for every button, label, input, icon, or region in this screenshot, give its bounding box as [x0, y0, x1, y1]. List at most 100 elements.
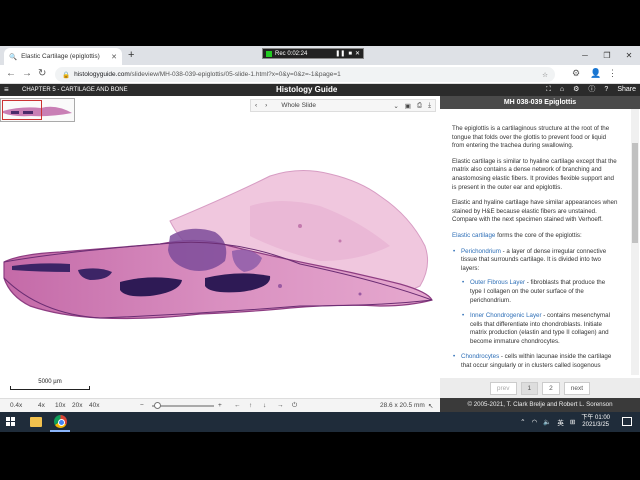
paragraph-epiglottis: The epiglottis is a cartilaginous struct… [452, 125, 610, 150]
zoom-out-icon[interactable]: − [140, 402, 144, 409]
tab-title: Elastic Cartilage (epiglottis) [21, 53, 100, 60]
dropdown-chevron-icon[interactable]: ⌄ [393, 102, 398, 110]
zoom-0.4x-button[interactable]: 0.4x [10, 402, 22, 409]
zoom-slider-knob[interactable] [154, 402, 161, 409]
address-bar-row: ← → ↻ 🔒 histologyguide.com/slideview/MH-… [0, 65, 640, 84]
chondrocytes-link[interactable]: Chondrocytes [461, 353, 499, 360]
inner-chondrogenic-layer-link[interactable]: Inner Chondrogenic Layer [470, 312, 542, 319]
reload-icon[interactable]: ↻ [38, 68, 46, 79]
app-header: ≡ CHAPTER 5 - CARTILAGE AND BONE Histolo… [0, 84, 640, 96]
zoom-slider[interactable] [152, 402, 214, 409]
close-window-icon[interactable]: ✕ [618, 46, 640, 65]
recorder-pause-icon[interactable]: ❚❚ [335, 50, 345, 57]
wifi-icon[interactable]: ◠ [532, 418, 538, 426]
list-item-outer-layer: Outer Fibrous Layer - fibroblasts that p… [461, 279, 618, 305]
chapter-link[interactable]: CHAPTER 5 - CARTILAGE AND BONE [22, 84, 128, 96]
scale-label: 5000 µm [38, 379, 62, 385]
help-icon[interactable]: ? [604, 84, 608, 96]
perichondrium-sublist: Outer Fibrous Layer - fibroblasts that p… [461, 279, 618, 346]
window-controls: ─ ❐ ✕ [574, 46, 640, 65]
browser-tab[interactable]: 🔍 Elastic Cartilage (epiglottis) ✕ [4, 48, 122, 65]
scale-bar: 5000 µm [10, 379, 90, 390]
recorder-stop-icon[interactable]: ■ [348, 51, 352, 57]
scrollbar-thumb[interactable] [632, 143, 638, 243]
viewer-status-bar: 0.4x 4x 10x 20x 40x − + ← ↑ ↓ → ⏻ 28.6 x… [0, 398, 440, 412]
system-tray: ⌃ ◠ 🔈 英 ⊞ 下午 01:00 2021/3/25 [520, 414, 610, 430]
pagination: prev 1 2 next [440, 378, 640, 398]
windows-start-icon[interactable] [6, 417, 16, 427]
prev-slide-icon[interactable]: ‹ [255, 102, 257, 109]
structure-list: Perichondrium - a layer of dense irregul… [452, 248, 618, 371]
volume-icon[interactable]: 🔈 [543, 418, 551, 426]
prev-page-button[interactable]: prev [489, 381, 517, 395]
perichondrium-link[interactable]: Perichondrium [461, 248, 501, 255]
slide-viewer[interactable]: ‹ › Whole Slide ⌄ ▣ ⎙ ⤓ 5000 µm [0, 96, 440, 412]
clock-time: 下午 01:00 [581, 415, 610, 421]
epiglottis-specimen-image [3, 170, 433, 320]
close-tab-icon[interactable]: ✕ [111, 53, 117, 61]
extension-icon[interactable]: ⚙ [572, 68, 580, 79]
info-icon[interactable]: ⓘ [588, 84, 595, 96]
zoom-4x-button[interactable]: 4x [38, 402, 45, 409]
zoom-in-icon[interactable]: + [218, 402, 222, 409]
share-button[interactable]: Share [617, 84, 636, 96]
minimize-icon[interactable]: ─ [574, 46, 596, 65]
next-page-button[interactable]: next [563, 381, 591, 395]
zoom-40x-button[interactable]: 40x [89, 402, 99, 409]
slide-thumbnail-navigator[interactable] [0, 98, 75, 122]
panel-scrollbar[interactable] [631, 109, 639, 375]
hamburger-menu-icon[interactable]: ≡ [4, 84, 9, 96]
pan-down-icon[interactable]: ↓ [263, 402, 266, 409]
bookmark-star-icon[interactable]: ☆ [542, 71, 548, 79]
input-method-icon[interactable]: ⊞ [570, 418, 575, 426]
list-item-inner-layer: Inner Chondrogenic Layer - contains mese… [461, 312, 618, 346]
fullscreen-icon[interactable]: ⛶ [546, 84, 551, 96]
restore-icon[interactable]: ❐ [596, 46, 618, 65]
page-2-button[interactable]: 2 [542, 381, 560, 395]
print-icon[interactable]: ⎙ [417, 102, 422, 110]
download-icon[interactable]: ⤓ [428, 102, 431, 110]
zoom-20x-button[interactable]: 20x [72, 402, 82, 409]
pan-right-icon[interactable]: → [277, 402, 284, 409]
recorder-close-icon[interactable]: ✕ [355, 50, 360, 57]
app-title: Histology Guide [276, 85, 338, 94]
new-tab-icon[interactable]: + [128, 49, 134, 61]
expand-icon[interactable]: ↖ [428, 402, 433, 410]
list-item-chondrocytes: Chondrocytes - cells within lacunae insi… [452, 353, 618, 370]
url-path: /slideview/MH-038-039-epiglottis/05-slid… [129, 71, 341, 78]
back-icon[interactable]: ← [6, 68, 16, 79]
home-icon[interactable]: ⌂ [560, 84, 564, 96]
chrome-taskbar-icon[interactable] [54, 415, 67, 428]
notification-center-icon[interactable] [622, 417, 632, 426]
reset-view-icon[interactable]: ⏻ [292, 402, 297, 410]
paragraph-staining: Elastic and hyaline cartilage have simil… [452, 199, 618, 224]
pan-up-icon[interactable]: ↑ [249, 402, 252, 409]
list-item-perichondrium: Perichondrium - a layer of dense irregul… [452, 248, 618, 347]
browser-menu-icon[interactable]: ⋮ [608, 68, 617, 79]
page-1-button[interactable]: 1 [520, 381, 539, 395]
copyright-footer: © 2005-2021, T. Clark Brelje and Robert … [440, 398, 640, 412]
view-select[interactable]: Whole Slide [281, 102, 316, 109]
elastic-cartilage-link[interactable]: Elastic cartilage [452, 232, 495, 239]
tray-network-icon[interactable]: ⌃ [520, 418, 525, 426]
screen: 🔍 Elastic Cartilage (epiglottis) ✕ + ─ ❐… [0, 0, 640, 480]
bottom-letterbox [0, 432, 640, 480]
lock-icon: 🔒 [62, 71, 71, 79]
description-panel: MH 038-039 Epiglottis The epiglottis is … [440, 96, 640, 412]
forward-icon[interactable]: → [22, 68, 32, 79]
layers-icon[interactable]: ▣ [405, 102, 411, 110]
url-input[interactable]: 🔒 histologyguide.com/slideview/MH-038-03… [55, 67, 555, 82]
outer-fibrous-layer-link[interactable]: Outer Fibrous Layer [470, 279, 525, 286]
top-letterbox [0, 0, 640, 46]
pan-left-icon[interactable]: ← [234, 402, 241, 409]
account-icon[interactable]: 👤 [590, 68, 601, 79]
slide-dimensions: 28.6 x 20.5 mm [380, 402, 425, 409]
file-explorer-icon[interactable] [30, 417, 42, 427]
ime-indicator[interactable]: 英 [557, 417, 564, 427]
description-text: The epiglottis is a cartilaginous struct… [452, 125, 618, 378]
core-text: forms the core of the epiglottis: [495, 231, 582, 239]
taskbar-clock[interactable]: 下午 01:00 2021/3/25 [581, 415, 610, 429]
settings-icon[interactable]: ⚙ [573, 84, 579, 96]
next-slide-icon[interactable]: › [265, 102, 267, 109]
zoom-10x-button[interactable]: 10x [55, 402, 65, 409]
